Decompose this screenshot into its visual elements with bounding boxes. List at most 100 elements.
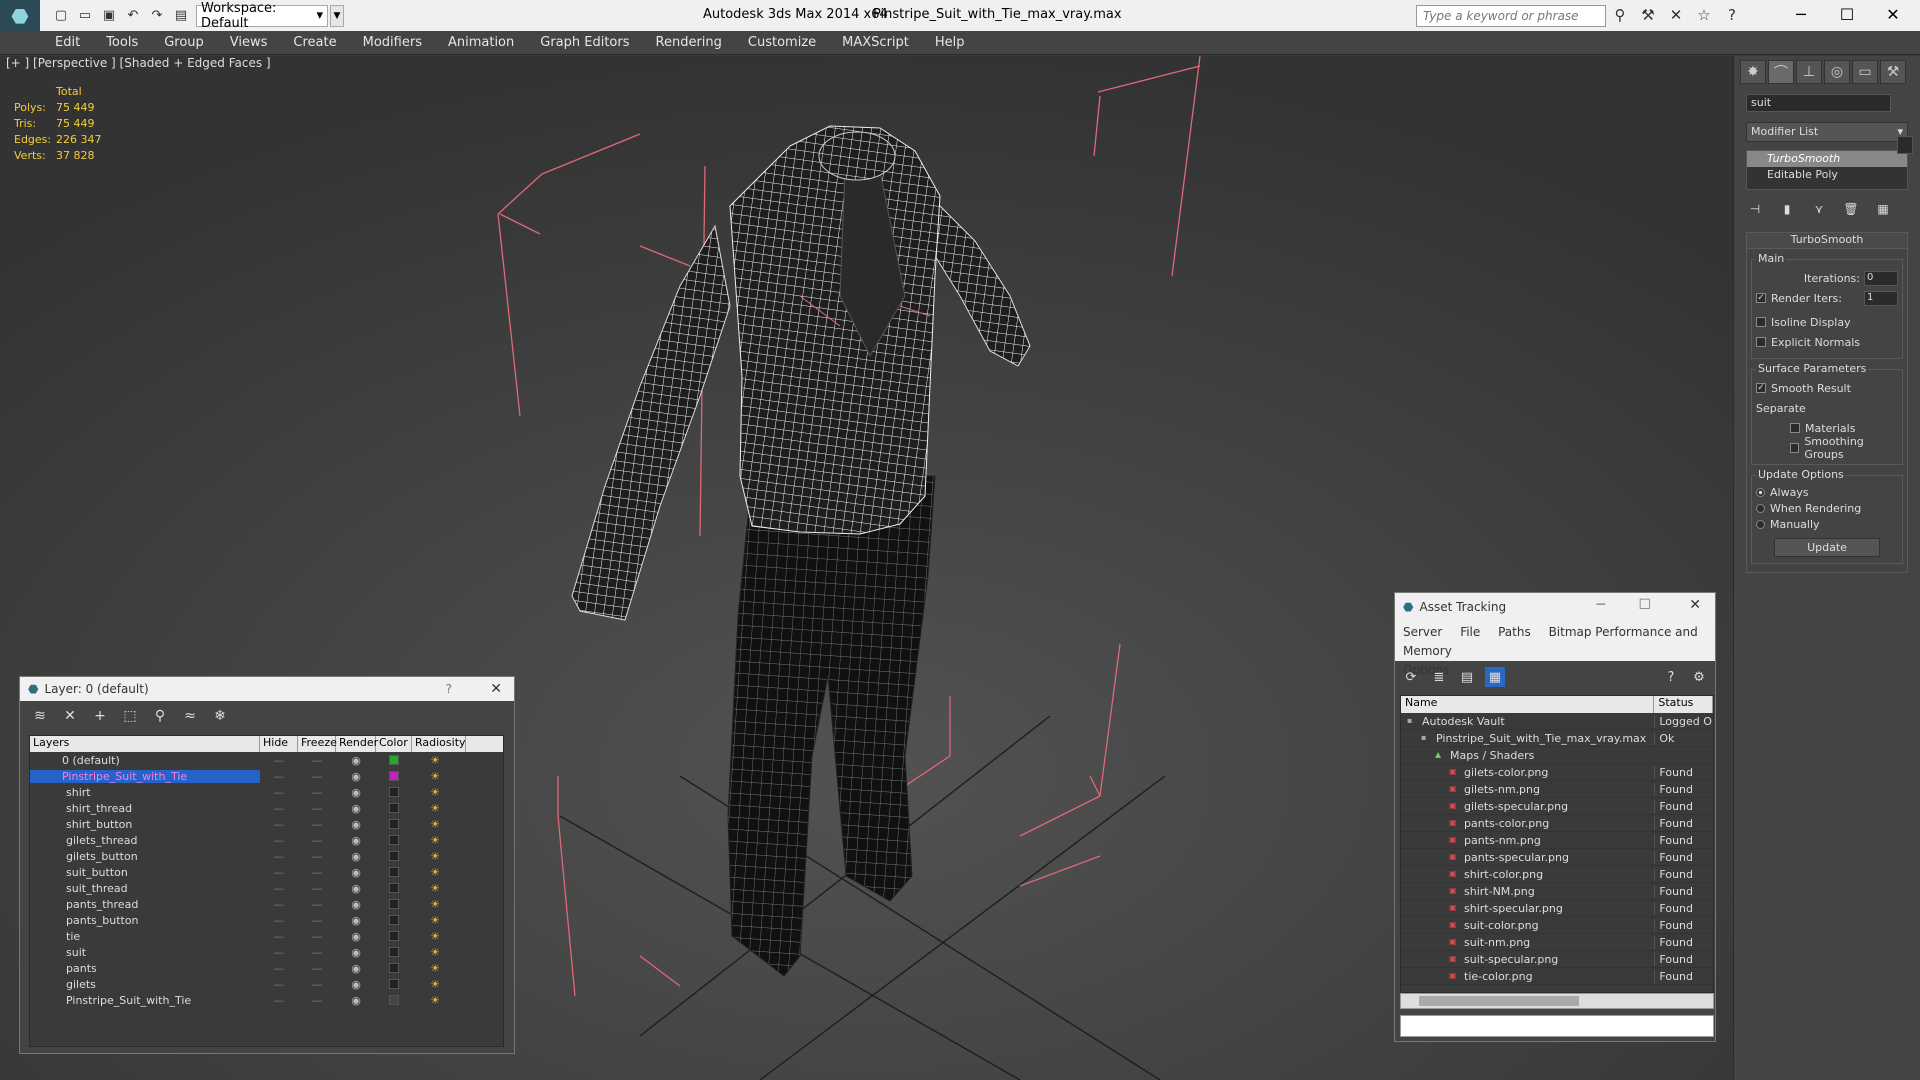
layer-name[interactable]: pants_thread xyxy=(30,898,260,911)
radiosity-icon[interactable]: ☀ xyxy=(412,914,458,927)
menu-graph-editors[interactable]: Graph Editors xyxy=(540,35,629,50)
asset-row[interactable]: ▣ tie-color.png Found xyxy=(1401,968,1713,985)
layer-color-swatch[interactable] xyxy=(376,931,412,941)
render-toggle-icon[interactable]: ◉ xyxy=(336,818,376,831)
maximize-icon[interactable]: ☐ xyxy=(1638,597,1651,613)
radiosity-icon[interactable]: ☀ xyxy=(412,866,458,879)
workspace-menu-button[interactable]: ▼ xyxy=(330,4,344,27)
asset-row[interactable]: ▪ Pinstripe_Suit_with_Tie_max_vray.max Ok xyxy=(1401,730,1713,747)
binoculars-icon[interactable]: ⚲ xyxy=(1610,4,1630,26)
column-header-name[interactable]: Name xyxy=(1401,696,1655,713)
asset-row[interactable]: ▣ gilets-specular.png Found xyxy=(1401,798,1713,815)
freeze-toggle-icon[interactable]: — xyxy=(298,930,336,943)
save-icon[interactable]: ▣ xyxy=(98,5,120,27)
object-color-swatch[interactable] xyxy=(1897,136,1913,154)
layer-name[interactable]: gilets_button xyxy=(30,850,260,863)
render-toggle-icon[interactable]: ◉ xyxy=(336,850,376,863)
hide-toggle-icon[interactable]: — xyxy=(260,834,298,847)
freeze-toggle-icon[interactable]: — xyxy=(298,978,336,991)
layer-name[interactable]: gilets_thread xyxy=(30,834,260,847)
hide-toggle-icon[interactable]: — xyxy=(260,914,298,927)
layer-row[interactable]: pants — — ◉ ☀ xyxy=(30,960,503,976)
layer-row[interactable]: gilets — — ◉ ☀ xyxy=(30,976,503,992)
freeze-toggle-icon[interactable]: — xyxy=(298,802,336,815)
hide-toggle-icon[interactable]: — xyxy=(260,866,298,879)
column-header[interactable]: Radiosity xyxy=(412,736,466,752)
layer-row[interactable]: gilets_thread — — ◉ ☀ xyxy=(30,832,503,848)
when-rendering-radio[interactable] xyxy=(1756,503,1765,513)
modifier-list-dropdown[interactable]: Modifier List ▾ xyxy=(1746,122,1908,142)
explicit-normals-checkbox[interactable] xyxy=(1756,337,1766,347)
menu-maxscript[interactable]: MAXScript xyxy=(842,35,909,50)
project-folder-icon[interactable]: ▤ xyxy=(170,5,192,27)
select-objects-icon[interactable]: ⬚ xyxy=(120,707,140,725)
layer-name[interactable]: suit xyxy=(30,946,260,959)
hide-toggle-icon[interactable]: — xyxy=(260,802,298,815)
hide-toggle-icon[interactable]: — xyxy=(260,962,298,975)
asset-row[interactable]: ▪ Autodesk Vault Logged O xyxy=(1401,713,1713,730)
render-toggle-icon[interactable]: ◉ xyxy=(336,754,376,767)
keyword-search-input[interactable]: Type a keyword or phrase xyxy=(1416,5,1606,27)
asset-row[interactable]: ▣ shirt-specular.png Found xyxy=(1401,900,1713,917)
help-icon[interactable]: ? xyxy=(1661,667,1681,687)
smoothing-groups-checkbox[interactable] xyxy=(1790,443,1800,453)
asset-row[interactable]: ▣ gilets-nm.png Found xyxy=(1401,781,1713,798)
collar-mesh[interactable] xyxy=(818,131,896,181)
display-tab-icon[interactable]: ▭ xyxy=(1852,60,1878,84)
iterations-spinner[interactable]: 0 xyxy=(1864,270,1898,286)
subscription-icon[interactable]: ⚒ xyxy=(1638,4,1658,26)
layer-name[interactable]: shirt_button xyxy=(30,818,260,831)
redo-icon[interactable]: ↷ xyxy=(146,5,168,27)
hide-toggle-icon[interactable]: — xyxy=(260,786,298,799)
workspace-dropdown[interactable]: Workspace: Default ▾ xyxy=(196,1,328,31)
layer-color-swatch[interactable] xyxy=(376,755,412,765)
freeze-toggle-icon[interactable]: — xyxy=(298,866,336,879)
menu-customize[interactable]: Customize xyxy=(748,35,816,50)
smooth-result-checkbox[interactable]: ✓ xyxy=(1756,383,1766,393)
remove-modifier-icon[interactable]: 🗑 xyxy=(1842,200,1860,218)
freeze-toggle-icon[interactable]: — xyxy=(298,914,336,927)
hide-toggle-icon[interactable]: — xyxy=(260,770,298,783)
materials-checkbox[interactable] xyxy=(1790,423,1800,433)
menu-modifiers[interactable]: Modifiers xyxy=(363,35,422,50)
favorites-star-icon[interactable]: ☆ xyxy=(1694,4,1714,26)
minimize-button[interactable]: ─ xyxy=(1778,0,1824,28)
create-layer-icon[interactable]: ≋ xyxy=(30,707,50,725)
hide-toggle-icon[interactable]: — xyxy=(260,946,298,959)
layer-color-swatch[interactable] xyxy=(376,915,412,925)
hide-toggle-icon[interactable]: — xyxy=(260,850,298,863)
menu-edit[interactable]: Edit xyxy=(55,35,80,50)
render-toggle-icon[interactable]: ◉ xyxy=(336,994,376,1007)
column-header[interactable]: Layers xyxy=(30,736,260,752)
undo-icon[interactable]: ↶ xyxy=(122,5,144,27)
radiosity-icon[interactable]: ☀ xyxy=(412,802,458,815)
radiosity-icon[interactable]: ☀ xyxy=(412,946,458,959)
hierarchy-tab-icon[interactable]: ⊥ xyxy=(1796,60,1822,84)
render-toggle-icon[interactable]: ◉ xyxy=(336,802,376,815)
manually-radio[interactable] xyxy=(1756,519,1765,529)
render-toggle-icon[interactable]: ◉ xyxy=(336,898,376,911)
asset-row[interactable]: ▣ gilets-color.png Found xyxy=(1401,764,1713,781)
layer-color-swatch[interactable] xyxy=(376,787,412,797)
freeze-toggle-icon[interactable]: — xyxy=(298,786,336,799)
radiosity-icon[interactable]: ☀ xyxy=(412,754,458,767)
layer-name[interactable]: shirt xyxy=(30,786,260,799)
layer-row[interactable]: shirt — — ◉ ☀ xyxy=(30,784,503,800)
asset-dialog-titlebar[interactable]: ⬣ Asset Tracking ─ ☐ ✕ xyxy=(1395,593,1715,621)
layer-row[interactable]: pants_button — — ◉ ☀ xyxy=(30,912,503,928)
help-button[interactable]: ? xyxy=(446,682,452,696)
menu-help[interactable]: Help xyxy=(935,35,965,50)
freeze-toggle-icon[interactable]: — xyxy=(298,818,336,831)
scrollbar-thumb[interactable] xyxy=(1419,996,1579,1006)
hide-toggle-icon[interactable]: — xyxy=(260,978,298,991)
layer-name[interactable]: 0 (default) xyxy=(30,754,260,767)
asset-row[interactable]: ▣ pants-specular.png Found xyxy=(1401,849,1713,866)
asset-row[interactable]: ▣ suit-specular.png Found xyxy=(1401,951,1713,968)
modify-tab-icon[interactable]: ⌒ xyxy=(1768,60,1794,84)
layer-color-swatch[interactable] xyxy=(376,883,412,893)
freeze-toggle-icon[interactable]: — xyxy=(298,754,336,767)
refresh-icon[interactable]: ⟳ xyxy=(1401,667,1421,687)
help-icon[interactable]: ? xyxy=(1722,4,1742,26)
layer-name[interactable]: Pinstripe_Suit_with_Tie xyxy=(30,994,260,1007)
modifier-stack[interactable]: TurboSmooth Editable Poly xyxy=(1746,150,1908,190)
